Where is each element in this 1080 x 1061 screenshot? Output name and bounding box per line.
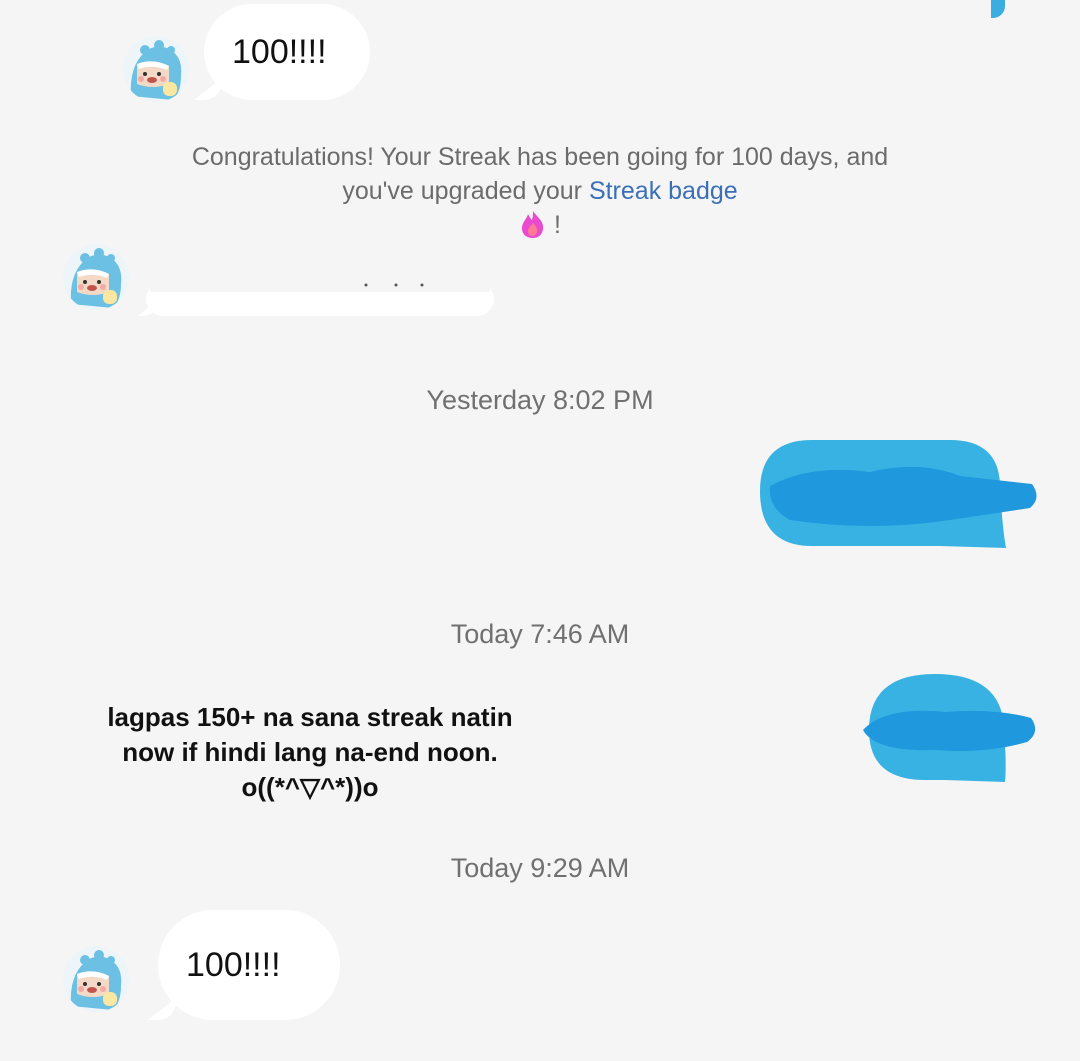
message-text: 100!!!! (186, 946, 281, 984)
redaction-overlay (150, 282, 490, 292)
timestamp: Today 9:29 AM (450, 853, 630, 883)
caption-line: now if hindi lang na-end noon. (122, 737, 498, 767)
caption-line: lagpas 150+ na sana streak natin (107, 702, 513, 732)
outgoing-message-bubble-redacted[interactable] (855, 670, 1045, 788)
contact-avatar[interactable] (123, 36, 189, 102)
dino-avatar-icon (63, 946, 129, 1012)
timestamp: Yesterday 8:02 PM (426, 385, 654, 415)
incoming-message-bubble[interactable]: 100!!!! (194, 4, 370, 100)
timestamp: Today 7:46 AM (450, 619, 630, 649)
streak-badge-link[interactable]: Streak badge (589, 177, 738, 205)
streak-notice-end: ! (554, 211, 561, 239)
dino-avatar-icon (123, 36, 189, 102)
flame-icon (519, 209, 547, 239)
incoming-message-bubble[interactable]: 100!!!! (148, 910, 340, 1020)
streak-notice-text: Congratulations! Your Streak has been go… (191, 143, 889, 205)
contact-avatar[interactable] (63, 244, 129, 310)
bubble-tail (194, 78, 222, 100)
contact-avatar[interactable] (63, 946, 129, 1012)
incoming-message-bubble-redacted[interactable] (138, 282, 494, 316)
message-text: 100!!!! (232, 33, 327, 71)
caption-line: o((*^▽^*))o (241, 772, 379, 802)
bubble-tail (148, 998, 176, 1020)
outgoing-message-bubble-redacted[interactable] (750, 436, 1050, 554)
caption-overlay: lagpas 150+ na sana streak natin now if … (60, 700, 560, 805)
dino-avatar-icon (63, 244, 129, 310)
streak-notice: Congratulations! Your Streak has been go… (180, 140, 900, 242)
scrollbar-thumb[interactable] (991, 0, 1005, 18)
